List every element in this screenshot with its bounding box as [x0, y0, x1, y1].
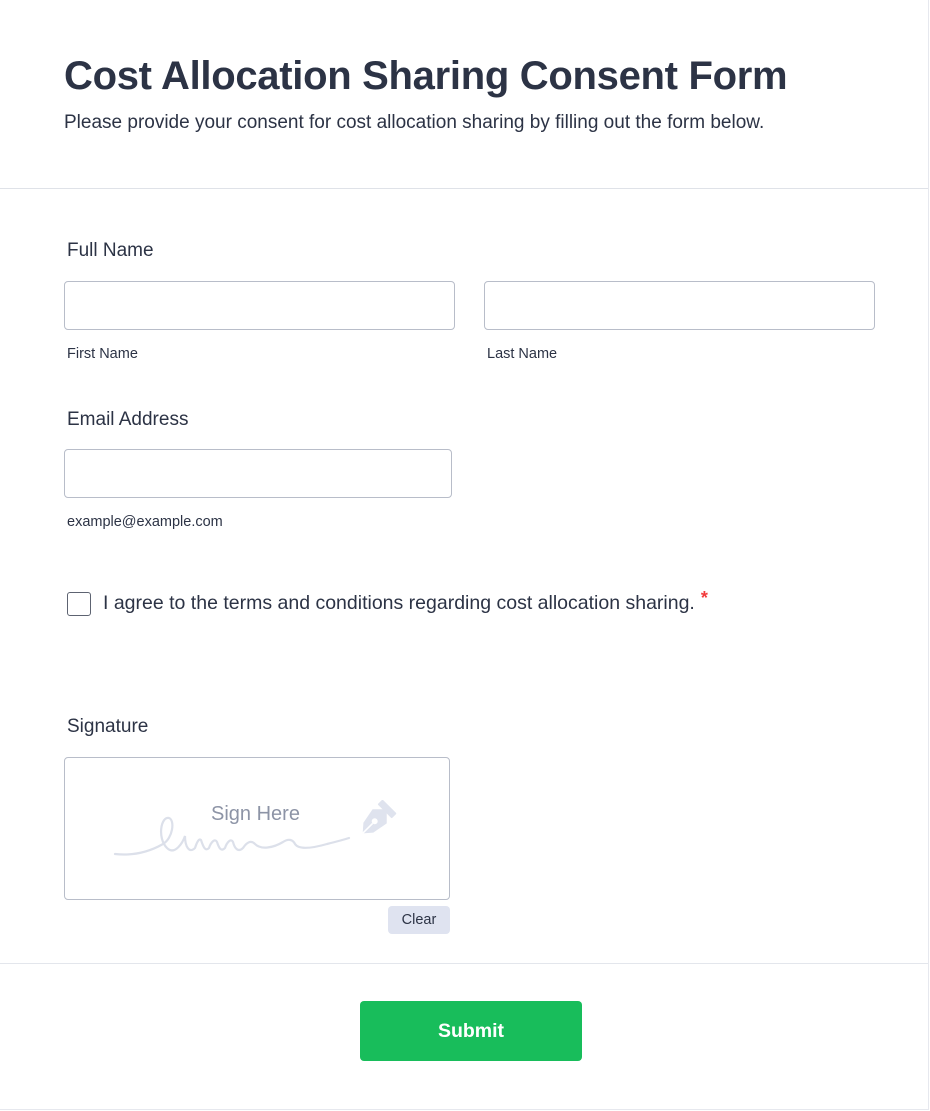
- required-asterisk: *: [700, 588, 708, 608]
- consent-label-text: I agree to the terms and conditions rega…: [103, 592, 695, 614]
- form-header: Cost Allocation Sharing Consent Form Ple…: [0, 0, 928, 189]
- form-title: Cost Allocation Sharing Consent Form: [64, 54, 788, 98]
- signature-pad[interactable]: Sign Here: [64, 757, 450, 900]
- consent-label[interactable]: I agree to the terms and conditions rega…: [103, 588, 708, 615]
- submit-button[interactable]: Submit: [360, 1001, 582, 1061]
- email-label: Email Address: [67, 409, 189, 430]
- first-name-input[interactable]: [64, 281, 455, 330]
- email-sublabel: example@example.com: [67, 514, 223, 530]
- email-input[interactable]: [64, 449, 452, 498]
- signature-label: Signature: [67, 716, 149, 737]
- pen-nib-icon: [362, 800, 397, 834]
- signature-placeholder: Sign Here: [211, 803, 300, 825]
- form-page: Cost Allocation Sharing Consent Form Ple…: [0, 0, 929, 1110]
- footer-divider: [0, 963, 928, 964]
- last-name-sublabel: Last Name: [487, 346, 558, 362]
- last-name-input[interactable]: [484, 281, 875, 330]
- first-name-sublabel: First Name: [67, 346, 138, 362]
- full-name-label: Full Name: [67, 240, 154, 261]
- form-subtitle: Please provide your consent for cost all…: [64, 112, 765, 133]
- clear-signature-button[interactable]: Clear: [388, 906, 450, 934]
- consent-checkbox[interactable]: [67, 592, 91, 616]
